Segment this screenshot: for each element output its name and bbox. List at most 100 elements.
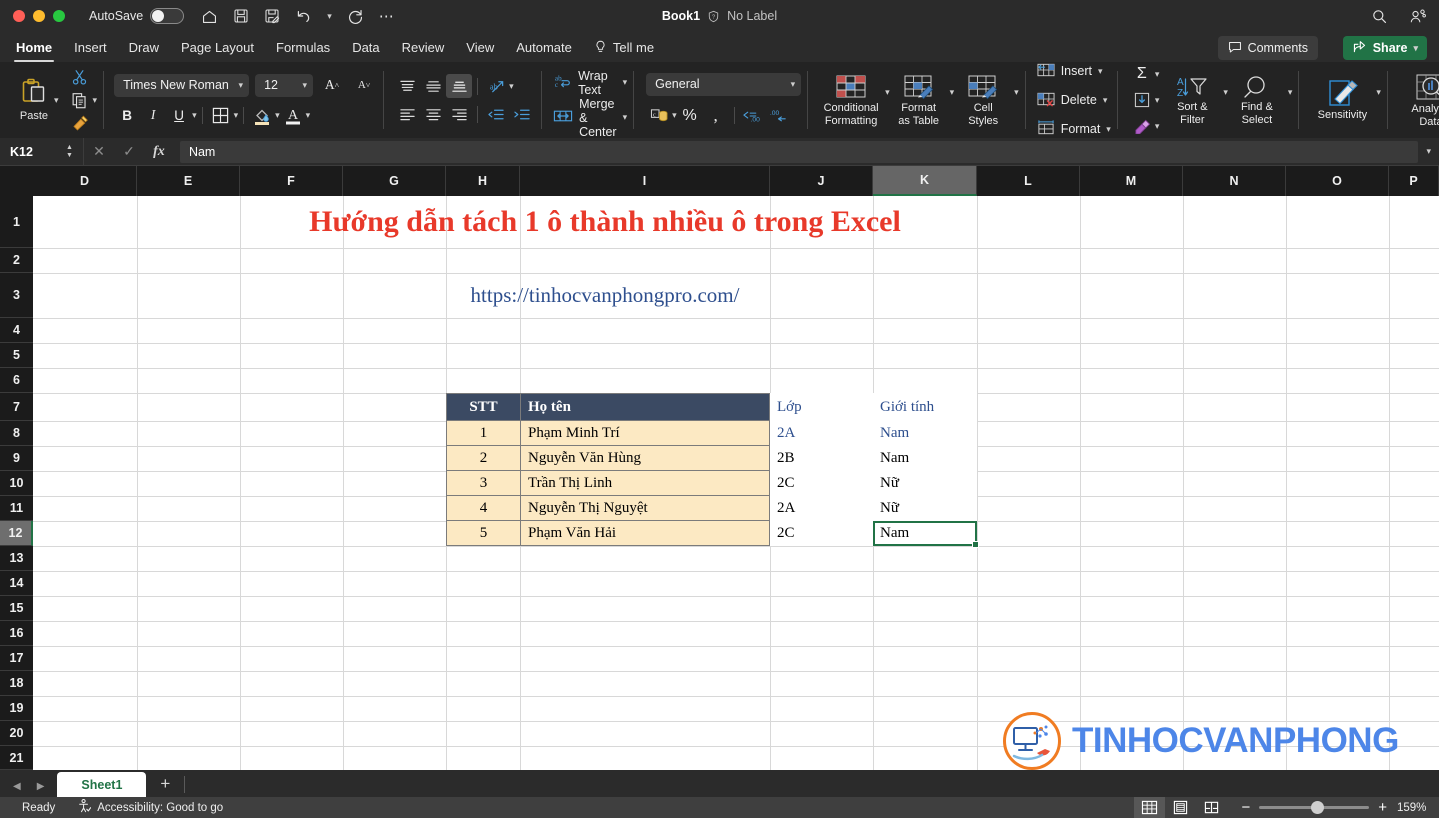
orientation-icon[interactable]: ab (483, 74, 509, 98)
table-cell-gioitinh-4[interactable]: Nữ (873, 496, 977, 521)
tab-draw[interactable]: Draw (118, 32, 170, 62)
decrease-indent-icon[interactable] (483, 102, 509, 126)
collaborators-icon[interactable] (1409, 8, 1427, 25)
row-header-15[interactable]: 15 (0, 596, 33, 621)
sort-filter-button[interactable]: AZ Sort & Filter (1163, 75, 1221, 126)
table-cell-stt-4[interactable]: 4 (446, 496, 520, 521)
table-cell-gioitinh-1[interactable]: Nam (873, 421, 977, 446)
find-select-caret[interactable]: ▾ (1288, 87, 1293, 97)
table-header-lop[interactable]: Lớp (770, 393, 873, 421)
row-header-5[interactable]: 5 (0, 343, 33, 368)
find-select-button[interactable]: Find & Select (1228, 75, 1286, 126)
undo-dropdown-caret[interactable]: ▾ (327, 11, 332, 21)
accounting-format-icon[interactable]: c (646, 104, 672, 128)
row-header-11[interactable]: 11 (0, 496, 33, 521)
row-header-8[interactable]: 8 (0, 421, 33, 446)
page-break-view-icon[interactable] (1196, 797, 1227, 818)
autosave-control[interactable]: AutoSave (89, 8, 185, 24)
sheet-next-icon[interactable]: ▶ (37, 781, 45, 792)
sheet-prev-icon[interactable]: ◀ (13, 781, 21, 792)
home-icon[interactable] (201, 8, 218, 25)
more-options-icon[interactable]: ⋯ (379, 7, 395, 25)
tab-insert[interactable]: Insert (63, 32, 118, 62)
italic-icon[interactable]: I (140, 103, 166, 127)
orientation-dropdown-caret[interactable]: ▾ (509, 81, 514, 91)
cell-title[interactable]: Hướng dẫn tách 1 ô thành nhiều ô trong E… (139, 196, 1071, 248)
table-cell-lop-5[interactable]: 2C (770, 521, 873, 546)
font-name-combo[interactable]: Times New Roman ▾ (114, 73, 250, 97)
column-header-d[interactable]: D (33, 166, 137, 196)
underline-dropdown-caret[interactable]: ▾ (192, 110, 197, 120)
table-cell-lop-4[interactable]: 2A (770, 496, 873, 521)
increase-font-size-icon[interactable]: A ˄ (319, 73, 345, 97)
row-header-1[interactable]: 1 (0, 196, 33, 248)
decrease-font-size-icon[interactable]: A ˅ (351, 73, 377, 97)
active-cell-selection[interactable] (873, 521, 979, 548)
sensitivity-shield-icon[interactable]: ? (707, 10, 720, 23)
conditional-formatting-button[interactable]: Conditional Formatting (819, 74, 883, 127)
row-header-3[interactable]: 3 (0, 273, 33, 318)
tab-home[interactable]: Home (5, 32, 63, 62)
align-bottom-icon[interactable] (446, 74, 473, 98)
copy-dropdown-caret[interactable]: ▾ (93, 95, 98, 105)
number-format-combo[interactable]: General ▾ (646, 72, 802, 96)
save-as-icon[interactable] (264, 8, 280, 24)
align-left-icon[interactable] (394, 102, 420, 126)
page-layout-view-icon[interactable] (1165, 797, 1196, 818)
wrap-text-button[interactable]: ab c Wrap Text ▾ (553, 69, 628, 97)
row-header-7[interactable]: 7 (0, 393, 33, 421)
zoom-level-label[interactable]: 159% (1397, 802, 1439, 814)
row-header-17[interactable]: 17 (0, 646, 33, 671)
table-cell-hoten-5[interactable]: Phạm Văn Hải (520, 521, 770, 546)
column-header-l[interactable]: L (977, 166, 1080, 196)
cancel-entry-icon[interactable]: ✕ (84, 143, 114, 160)
table-cell-hoten-3[interactable]: Trần Thị Linh (520, 471, 770, 496)
bold-icon[interactable]: B (114, 103, 140, 127)
align-center-icon[interactable] (420, 102, 446, 126)
share-dropdown-caret[interactable]: ▾ (1413, 43, 1418, 53)
formula-input[interactable]: Nam (179, 140, 1419, 163)
sheet-nav-arrows[interactable]: ◀ ▶ (0, 781, 57, 797)
number-format-caret[interactable]: ▾ (791, 79, 796, 89)
font-size-combo[interactable]: 12 ▾ (255, 73, 314, 97)
cell-url[interactable]: https://tinhocvanphongpro.com/ (139, 273, 1071, 318)
tab-review[interactable]: Review (391, 32, 456, 62)
delete-cells-button[interactable]: Delete ▾ (1037, 87, 1111, 113)
autosave-toggle[interactable] (150, 8, 185, 24)
column-header-i[interactable]: I (520, 166, 770, 196)
zoom-slider[interactable] (1259, 801, 1370, 814)
zoom-slider-thumb[interactable] (1310, 801, 1324, 814)
fill-icon[interactable] (1129, 88, 1155, 112)
normal-view-icon[interactable] (1134, 797, 1166, 818)
confirm-entry-icon[interactable]: ✓ (114, 143, 144, 160)
row-header-16[interactable]: 16 (0, 621, 33, 646)
autosum-caret[interactable]: ▾ (1155, 69, 1160, 79)
table-cell-lop-1[interactable]: 2A (770, 421, 873, 446)
wrap-text-caret[interactable]: ▾ (623, 78, 628, 87)
align-middle-icon[interactable] (420, 74, 446, 98)
decrease-decimal-icon[interactable]: .00 (766, 104, 792, 128)
fill-caret[interactable]: ▾ (1155, 95, 1160, 105)
merge-center-caret[interactable]: ▾ (623, 113, 628, 122)
column-header-e[interactable]: E (137, 166, 240, 196)
font-size-caret[interactable]: ▾ (303, 80, 308, 90)
tab-data[interactable]: Data (341, 32, 390, 62)
paste-dropdown-caret[interactable]: ▾ (54, 95, 59, 105)
table-header-hoten[interactable]: Họ tên (520, 393, 770, 421)
insert-cells-caret[interactable]: ▾ (1098, 66, 1103, 76)
tab-formulas[interactable]: Formulas (265, 32, 341, 62)
align-top-icon[interactable] (394, 74, 420, 98)
tab-tell-me[interactable]: Tell me (583, 32, 665, 62)
table-cell-stt-5[interactable]: 5 (446, 521, 520, 546)
sheet-tab-sheet1[interactable]: Sheet1 (57, 772, 147, 797)
comma-style-icon[interactable]: , (703, 104, 729, 128)
table-cell-lop-2[interactable]: 2B (770, 446, 873, 471)
clear-caret[interactable]: ▾ (1155, 121, 1160, 131)
add-sheet-button[interactable]: + (146, 774, 184, 797)
table-cell-hoten-1[interactable]: Phạm Minh Trí (520, 421, 770, 446)
expand-formula-bar-caret[interactable]: ▾ (1426, 146, 1439, 157)
column-header-f[interactable]: F (240, 166, 343, 196)
fill-color-icon[interactable] (249, 103, 275, 127)
format-cells-caret[interactable]: ▾ (1106, 124, 1111, 134)
table-cell-stt-2[interactable]: 2 (446, 446, 520, 471)
